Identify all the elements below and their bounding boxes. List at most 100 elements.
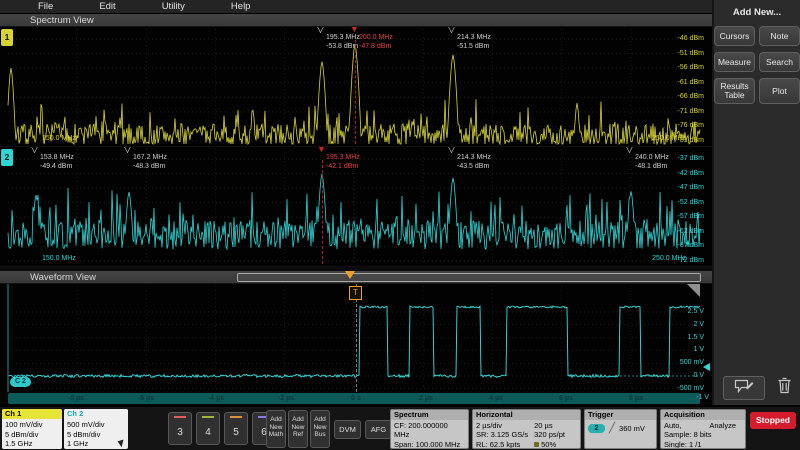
marker-frequency: 153.8 MHz: [40, 154, 74, 163]
text-line: 5 dBm/div: [5, 430, 59, 440]
right-panel: Add New... CursorsNoteMeasureSearchResul…: [712, 0, 800, 405]
trigger-time-line: [356, 284, 357, 392]
text-line: Span: 100.000 MHz: [394, 440, 465, 449]
afg-button[interactable]: AFG: [365, 420, 392, 439]
text-line: RL: 62.5 kpts: [476, 440, 528, 449]
text-line: 5 dBm/div: [67, 430, 125, 440]
menu-bar: File Edit Utility Help: [0, 0, 712, 14]
channel-4-color-tick: [202, 416, 214, 418]
sidebar-bottom: [714, 376, 800, 400]
add-new-note-button[interactable]: Note: [759, 26, 800, 46]
volt-axis-label: 1.5 V: [688, 334, 704, 341]
trigger-level-arrow-icon[interactable]: [703, 363, 710, 371]
menu-item-file[interactable]: File: [38, 1, 53, 12]
dvm-button[interactable]: DVM: [334, 420, 361, 439]
waveform-view-titlebar[interactable]: Waveform View: [0, 271, 712, 284]
marker-label: 214.3 MHz-43.5 dBm: [457, 154, 491, 171]
waveform-view-title: Waveform View: [30, 272, 96, 283]
menu-item-utility[interactable]: Utility: [162, 1, 185, 12]
spectrum-panel-body: CF: 200.000000 MHzSpan: 100.000 MHzRBW: …: [391, 420, 468, 449]
time-axis-label: -2 µs: [266, 393, 306, 404]
acquisition-panel[interactable]: Acquisition Auto, Analyze Sample: 8 bits…: [660, 409, 746, 449]
main-display: FileEditUtilityHelp Spectrum View 1-46 d…: [0, 0, 712, 405]
amplitude-axis-label: -42 dBm: [678, 170, 704, 178]
add-new-measure-button[interactable]: Measure: [714, 52, 755, 72]
channel-5-button[interactable]: 5: [224, 412, 248, 445]
channel-3-button[interactable]: 3: [168, 412, 192, 445]
waveform-channel-badge[interactable]: C 2: [10, 377, 31, 387]
add-new-cursors-button[interactable]: Cursors: [714, 26, 755, 46]
reference-marker-line: [355, 40, 356, 144]
channel-4-button[interactable]: 4: [196, 412, 220, 445]
trigger-source-badge: 2: [588, 424, 605, 433]
marker-amplitude: -47.8 dBm: [359, 43, 393, 52]
add-new-results-table-button[interactable]: Results Table: [714, 78, 755, 104]
volt-axis-label: 2.5 V: [688, 308, 704, 315]
channel-badge-ch1[interactable]: Ch 1 100 mV/div5 dBm/div1.5 GHz: [2, 409, 62, 449]
amplitude-axis-label: -66 dBm: [678, 93, 704, 101]
channel-5-color-tick: [230, 416, 242, 418]
time-axis-label: 0 s: [336, 393, 376, 404]
marker-label: 200.0 MHz-47.8 dBm: [359, 34, 393, 51]
amplitude-axis-label: -51 dBm: [678, 50, 704, 58]
channel-3-color-tick: [174, 416, 186, 418]
volt-axis-label: 2 V: [693, 321, 704, 328]
peak-marker-icon: ▽: [31, 147, 38, 155]
channel-scale-strip: [7, 284, 9, 392]
menu-item-edit[interactable]: Edit: [99, 1, 115, 12]
volt-axis-label: 1 V: [693, 346, 704, 353]
time-axis-label: -4 µs: [196, 393, 236, 404]
corner-handle-icon[interactable]: [687, 284, 700, 297]
text-line: 500 mV/div: [67, 420, 125, 430]
spectrum-view-titlebar[interactable]: Spectrum View: [0, 14, 712, 27]
trash-icon[interactable]: [777, 377, 792, 399]
horizontal-col1: 2 µs/divSR: 3.125 GS/sRL: 62.5 kpts: [476, 421, 528, 449]
channel-badge-ch2[interactable]: Ch 2 500 mV/div5 dBm/div1 GHz: [64, 409, 128, 449]
trigger-level: 360 mV: [619, 424, 645, 433]
amplitude-axis-label: -47 dBm: [678, 184, 704, 192]
time-axis-label: 6 µs: [546, 393, 586, 404]
add-new-plot-button[interactable]: Plot: [759, 78, 800, 104]
amplitude-axis-label: -52 dBm: [678, 199, 704, 207]
ch1-label: Ch 1: [2, 409, 62, 419]
menu-item-help[interactable]: Help: [231, 1, 251, 12]
trigger-position-icon[interactable]: [345, 271, 355, 279]
stop-frequency-label: 250.0 MHz: [652, 255, 686, 262]
volt-axis-label: 0 V: [693, 372, 704, 379]
volt-axis-label: 500 mV: [680, 359, 704, 366]
add-new-search-button[interactable]: Search: [759, 52, 800, 72]
zoom-pan-bar[interactable]: [237, 273, 701, 282]
spectrum-panel[interactable]: Spectrum CF: 200.000000 MHzSpan: 100.000…: [390, 409, 469, 449]
add-new-math-button[interactable]: Add New Math: [266, 410, 286, 448]
amplitude-axis-label: -62 dBm: [678, 228, 704, 236]
marker-amplitude: -43.5 dBm: [457, 163, 491, 172]
add-new-bus-button[interactable]: Add New Bus: [310, 410, 330, 448]
channel-indicator-badge-1[interactable]: 1: [1, 29, 13, 46]
spectrum-plot-ch1[interactable]: 1-46 dBm-51 dBm-56 dBm-61 dBm-66 dBm-71 …: [0, 27, 712, 147]
trigger-flag[interactable]: T: [349, 286, 362, 300]
amplitude-axis-label: -56 dBm: [678, 64, 704, 72]
acquisition-mode: Auto,: [664, 421, 682, 430]
horizontal-panel[interactable]: Horizontal 2 µs/divSR: 3.125 GS/sRL: 62.…: [472, 409, 581, 449]
text-line: 320 ps/pt: [534, 430, 565, 439]
annotation-button[interactable]: [723, 376, 765, 400]
peak-marker-icon: ▽: [124, 147, 131, 155]
spectrum-panel-title: Spectrum: [391, 410, 468, 420]
marker-amplitude: -51.5 dBm: [457, 43, 491, 52]
trigger-panel[interactable]: Trigger 2 ╱ 360 mV: [584, 409, 657, 449]
waveform-plot[interactable]: T2.5 V2 V1.5 V1 V500 mV0 V-500 mVC 2: [0, 284, 712, 392]
ch2-settings: 500 mV/div5 dBm/div1 GHz: [64, 419, 128, 449]
amplitude-axis-label: -61 dBm: [678, 79, 704, 87]
amplitude-axis-label: -67 dBm: [678, 242, 704, 250]
add-new-ref-button[interactable]: Add New Ref: [288, 410, 308, 448]
marker-frequency: 214.3 MHz: [457, 34, 491, 43]
time-axis-bar[interactable]: -8 µs-6 µs-4 µs-2 µs0 s2 µs4 µs6 µs8 µs: [8, 393, 700, 404]
spectrum-plot-ch2[interactable]: 2-37 dBm-42 dBm-47 dBm-52 dBm-57 dBm-62 …: [0, 147, 712, 267]
acquisition-analyze: Analyze: [709, 421, 736, 430]
marker-label: 195.3 MHz-42.1 dBm: [326, 154, 360, 171]
text-line: 50%: [534, 440, 565, 449]
run-stop-status-button[interactable]: Stopped: [750, 412, 796, 429]
time-axis-row: -8 µs-6 µs-4 µs-2 µs0 s2 µs4 µs6 µs8 µs …: [0, 392, 712, 405]
channel-indicator-badge-2[interactable]: 2: [1, 149, 13, 166]
marker-frequency: 214.3 MHz: [457, 154, 491, 163]
